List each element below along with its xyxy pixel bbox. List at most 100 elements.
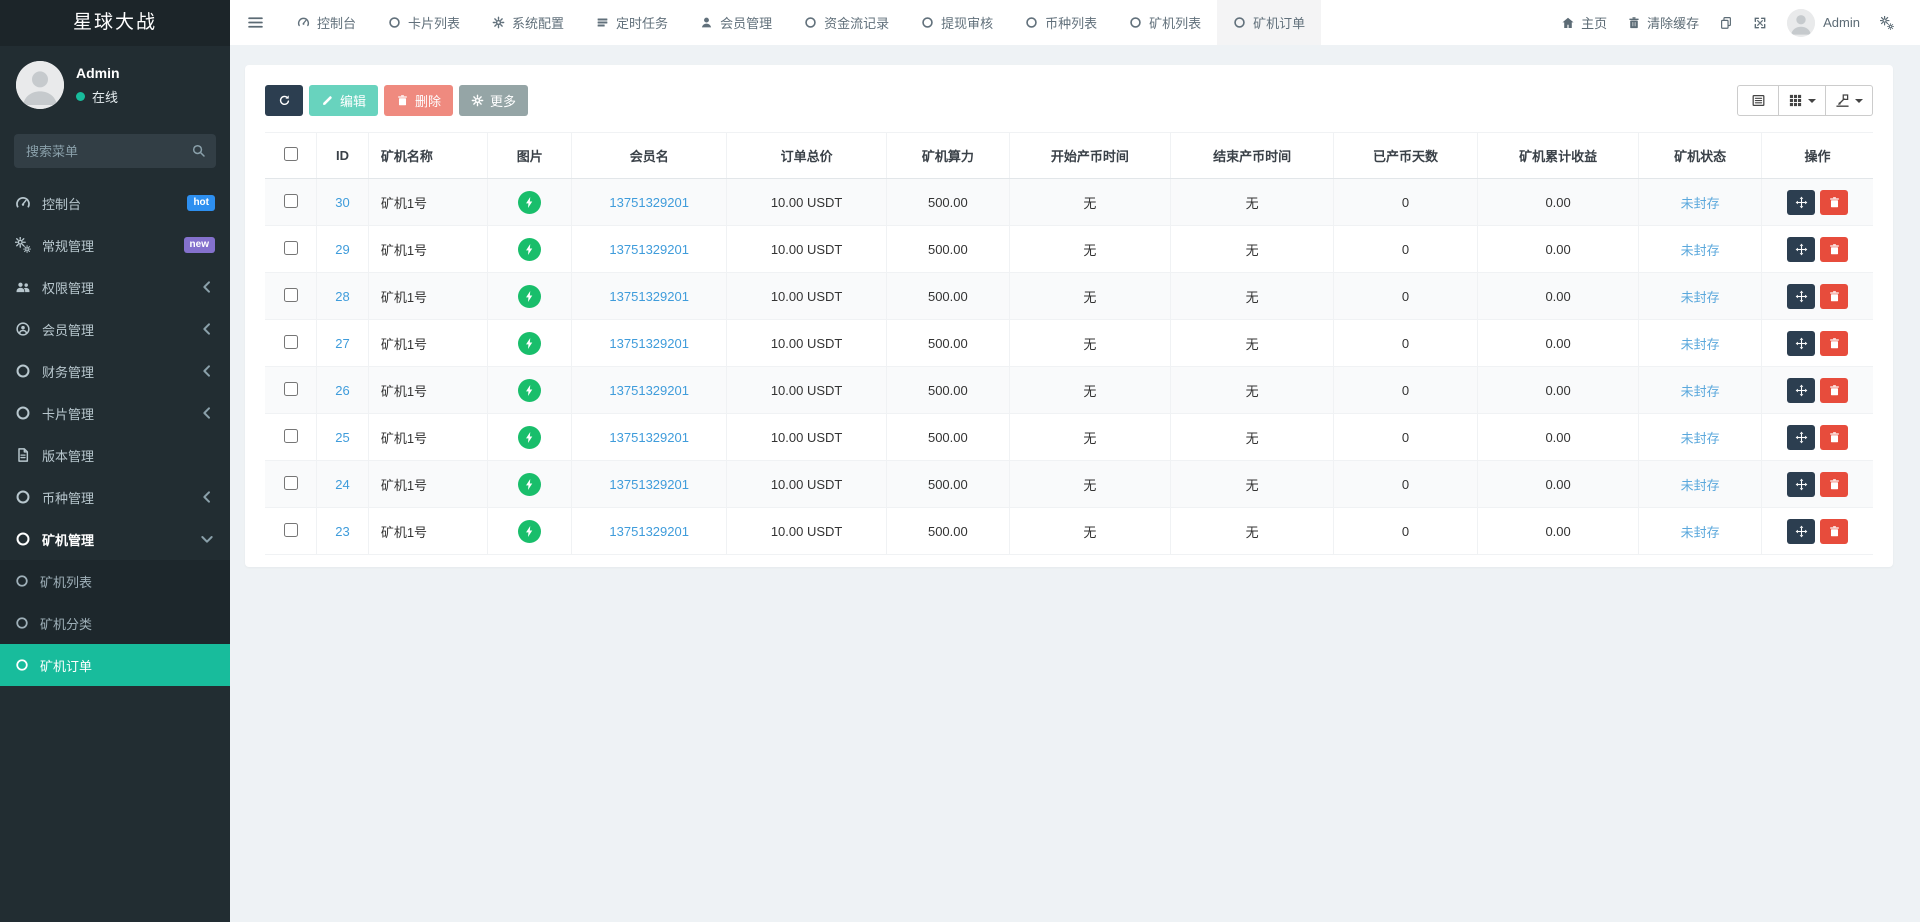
- move-button[interactable]: [1787, 519, 1815, 544]
- power-cell: 500.00: [887, 179, 1010, 226]
- row-delete-button[interactable]: [1820, 472, 1848, 497]
- row-delete-button[interactable]: [1820, 519, 1848, 544]
- sidebar-item-versions[interactable]: 版本管理: [0, 434, 230, 476]
- tab-card-list[interactable]: 卡片列表: [372, 0, 476, 45]
- row-id-link[interactable]: 27: [335, 336, 349, 351]
- user-menu[interactable]: Admin: [1787, 9, 1860, 37]
- row-checkbox[interactable]: [284, 523, 298, 537]
- sidebar-item-console[interactable]: 控制台 hot: [0, 182, 230, 224]
- row-id-link[interactable]: 28: [335, 289, 349, 304]
- total-cell: 10.00 USDT: [727, 367, 887, 414]
- member-link[interactable]: 13751329201: [609, 242, 689, 257]
- row-checkbox[interactable]: [284, 476, 298, 490]
- row-checkbox[interactable]: [284, 429, 298, 443]
- start-time-cell: 无: [1009, 461, 1170, 508]
- move-button[interactable]: [1787, 378, 1815, 403]
- tab-console[interactable]: 控制台: [281, 0, 372, 45]
- columns-dropdown-button[interactable]: [1779, 85, 1826, 116]
- row-checkbox[interactable]: [284, 288, 298, 302]
- move-button[interactable]: [1787, 331, 1815, 356]
- power-cell: 500.00: [887, 461, 1010, 508]
- home-link[interactable]: 主页: [1561, 13, 1607, 32]
- tab-scheduled-tasks[interactable]: 定时任务: [580, 0, 684, 45]
- sidebar-item-permissions[interactable]: 权限管理: [0, 266, 230, 308]
- member-link[interactable]: 13751329201: [609, 430, 689, 445]
- sidebar-item-finance[interactable]: 财务管理: [0, 350, 230, 392]
- row-id-link[interactable]: 25: [335, 430, 349, 445]
- status-link[interactable]: 未封存: [1681, 431, 1720, 446]
- move-button[interactable]: [1787, 284, 1815, 309]
- days-cell: 0: [1334, 179, 1478, 226]
- status-link[interactable]: 未封存: [1681, 525, 1720, 540]
- export-dropdown-button[interactable]: [1826, 85, 1873, 116]
- fullscreen-icon[interactable]: [1753, 16, 1767, 30]
- row-delete-button[interactable]: [1820, 190, 1848, 215]
- refresh-button[interactable]: [265, 85, 303, 116]
- more-button[interactable]: 更多: [459, 85, 528, 116]
- sidebar-item-members[interactable]: 会员管理: [0, 308, 230, 350]
- clear-cache-link[interactable]: 清除缓存: [1627, 13, 1699, 32]
- sidebar-subitem-miner-orders[interactable]: 矿机订单: [0, 644, 230, 686]
- row-checkbox[interactable]: [284, 194, 298, 208]
- row-checkbox[interactable]: [284, 241, 298, 255]
- row-id-link[interactable]: 29: [335, 242, 349, 257]
- row-id-link[interactable]: 23: [335, 524, 349, 539]
- tab-coin-list[interactable]: 币种列表: [1009, 0, 1113, 45]
- edit-button[interactable]: 编辑: [309, 85, 378, 116]
- sidebar-item-general[interactable]: 常规管理 new: [0, 224, 230, 266]
- row-delete-button[interactable]: [1820, 425, 1848, 450]
- member-link[interactable]: 13751329201: [609, 477, 689, 492]
- member-link[interactable]: 13751329201: [609, 195, 689, 210]
- list-view-button[interactable]: [1737, 85, 1779, 116]
- refresh-tab-icon[interactable]: [1719, 16, 1733, 30]
- miner-name-cell: 矿机1号: [368, 179, 487, 226]
- member-link[interactable]: 13751329201: [609, 336, 689, 351]
- move-button[interactable]: [1787, 425, 1815, 450]
- row-delete-button[interactable]: [1820, 331, 1848, 356]
- select-all-checkbox[interactable]: [284, 147, 298, 161]
- file-icon: [15, 447, 31, 463]
- row-id-link[interactable]: 24: [335, 477, 349, 492]
- menu-search-input[interactable]: [14, 134, 216, 168]
- settings-gear-icon[interactable]: [1880, 16, 1894, 30]
- move-button[interactable]: [1787, 190, 1815, 215]
- status-link[interactable]: 未封存: [1681, 478, 1720, 493]
- end-time-cell: 无: [1171, 226, 1334, 273]
- search-icon[interactable]: [191, 143, 206, 158]
- delete-button[interactable]: 删除: [384, 85, 453, 116]
- row-delete-button[interactable]: [1820, 237, 1848, 262]
- row-delete-button[interactable]: [1820, 378, 1848, 403]
- tab-fund-records[interactable]: 资金流记录: [788, 0, 905, 45]
- status-link[interactable]: 未封存: [1681, 337, 1720, 352]
- hamburger-icon[interactable]: [230, 0, 281, 45]
- row-id-link[interactable]: 26: [335, 383, 349, 398]
- sidebar-item-coins[interactable]: 币种管理: [0, 476, 230, 518]
- tab-withdraw-review[interactable]: 提现审核: [905, 0, 1009, 45]
- status-link[interactable]: 未封存: [1681, 243, 1720, 258]
- sidebar-item-miners[interactable]: 矿机管理: [0, 518, 230, 560]
- row-delete-button[interactable]: [1820, 284, 1848, 309]
- tachometer-icon: [297, 16, 310, 29]
- caret-down-icon: [1808, 99, 1816, 103]
- row-id-link[interactable]: 30: [335, 195, 349, 210]
- tab-miner-list[interactable]: 矿机列表: [1113, 0, 1217, 45]
- tab-members[interactable]: 会员管理: [684, 0, 788, 45]
- member-link[interactable]: 13751329201: [609, 524, 689, 539]
- circle-icon: [15, 531, 31, 547]
- coin-image: [518, 520, 541, 543]
- status-link[interactable]: 未封存: [1681, 196, 1720, 211]
- sidebar-item-cards[interactable]: 卡片管理: [0, 392, 230, 434]
- member-link[interactable]: 13751329201: [609, 289, 689, 304]
- status-link[interactable]: 未封存: [1681, 290, 1720, 305]
- total-cell: 10.00 USDT: [727, 273, 887, 320]
- move-button[interactable]: [1787, 237, 1815, 262]
- member-link[interactable]: 13751329201: [609, 383, 689, 398]
- row-checkbox[interactable]: [284, 382, 298, 396]
- row-checkbox[interactable]: [284, 335, 298, 349]
- sidebar-subitem-miner-list[interactable]: 矿机列表: [0, 560, 230, 602]
- tab-miner-orders[interactable]: 矿机订单: [1217, 0, 1321, 45]
- sidebar-subitem-miner-category[interactable]: 矿机分类: [0, 602, 230, 644]
- move-button[interactable]: [1787, 472, 1815, 497]
- status-link[interactable]: 未封存: [1681, 384, 1720, 399]
- tab-system-config[interactable]: 系统配置: [476, 0, 580, 45]
